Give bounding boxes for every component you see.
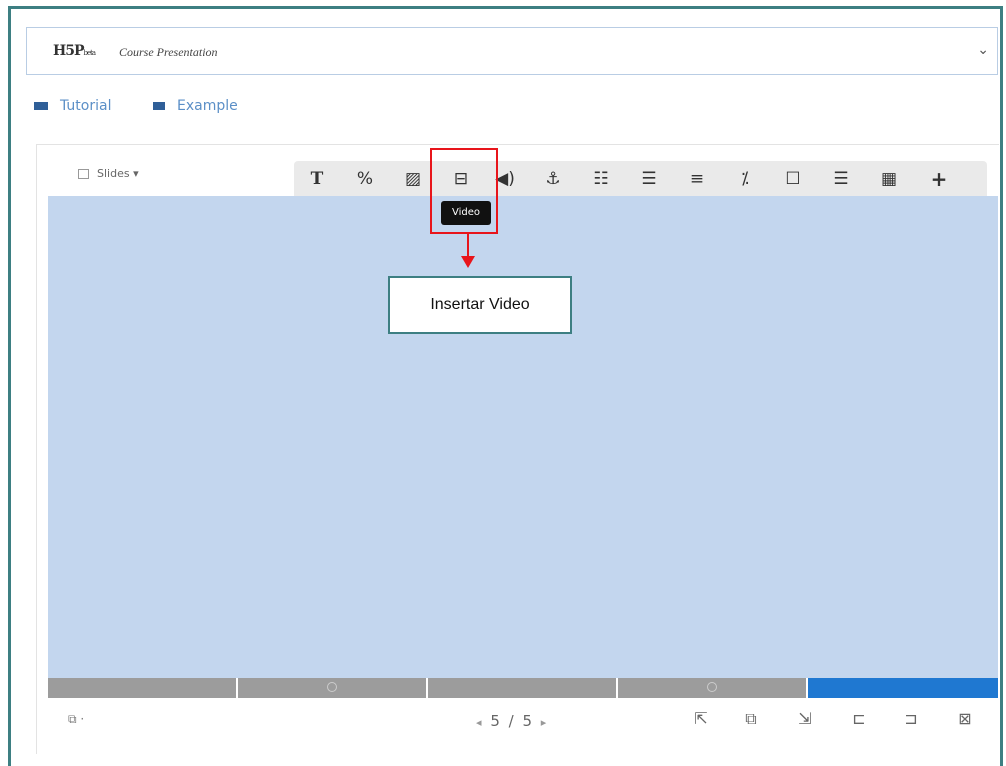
slide-navigation: ◂ 5 / 5 ▸ [476,712,548,730]
progress-segment[interactable] [428,678,616,698]
slide-canvas[interactable] [48,196,998,678]
link-icon[interactable]: % [350,161,380,197]
progress-segment[interactable] [618,678,806,698]
annotation-arrow [467,234,469,258]
sort-left-icon[interactable]: ⇱ [690,708,712,730]
true-false-icon[interactable]: ⁒ [730,161,760,197]
slides-dropdown[interactable]: Slides ▾ [78,167,139,180]
fill-blanks-icon[interactable]: ☷ [586,161,616,197]
chevron-down-icon[interactable]: ⌄ [977,42,989,58]
table-icon[interactable]: ▦ [874,161,904,197]
text-icon[interactable]: T [302,161,332,197]
slides-icon [78,169,89,179]
image-icon[interactable]: ▨ [398,161,428,197]
video-highlight-box [430,148,498,234]
tutorial-icon [34,102,48,110]
progress-segment[interactable] [48,678,236,698]
annotation-arrow-head [461,256,475,268]
library-selector[interactable]: H5Pbeta Course Presentation ⌄ [26,27,998,75]
anchor-icon[interactable]: ⚓ [538,161,568,197]
add-after-icon[interactable]: ⊐ [900,708,922,730]
background-icon[interactable]: ⇲ [794,708,816,730]
drag-text-icon[interactable]: ☐ [778,161,808,197]
progress-dot [707,682,717,692]
h5p-logo: H5Pbeta [53,43,96,59]
single-choice-icon[interactable]: ☰ [634,161,664,197]
progress-segment[interactable] [238,678,426,698]
element-toolbar: T % ▨ ⊟ ◀) ⚓ ☷ ☰ ≡ ⁒ ☐ ☰ ▦ + [294,161,987,197]
add-before-icon[interactable]: ⊏ [848,708,870,730]
multiple-choice-icon[interactable]: ≡ [682,161,712,197]
plus-icon[interactable]: + [924,161,954,197]
tutorial-link[interactable]: Tutorial [34,98,111,114]
example-link[interactable]: Example [153,98,238,114]
slide-progress-bar [48,678,998,698]
example-icon [153,102,165,110]
prev-slide-icon[interactable]: ◂ [476,716,484,729]
progress-dot [327,682,337,692]
callout-box: Insertar Video [388,276,572,334]
delete-icon[interactable]: ⊠ [954,708,976,730]
next-slide-icon[interactable]: ▸ [541,716,549,729]
clone-icon[interactable]: ⧉ [740,708,762,730]
library-name: Course Presentation [119,45,218,59]
keyword-list-icon[interactable]: ⧉ · [68,712,84,727]
summary-icon[interactable]: ☰ [826,161,856,197]
progress-segment-active[interactable] [808,678,998,698]
slide-counter: 5 / 5 [490,712,534,730]
